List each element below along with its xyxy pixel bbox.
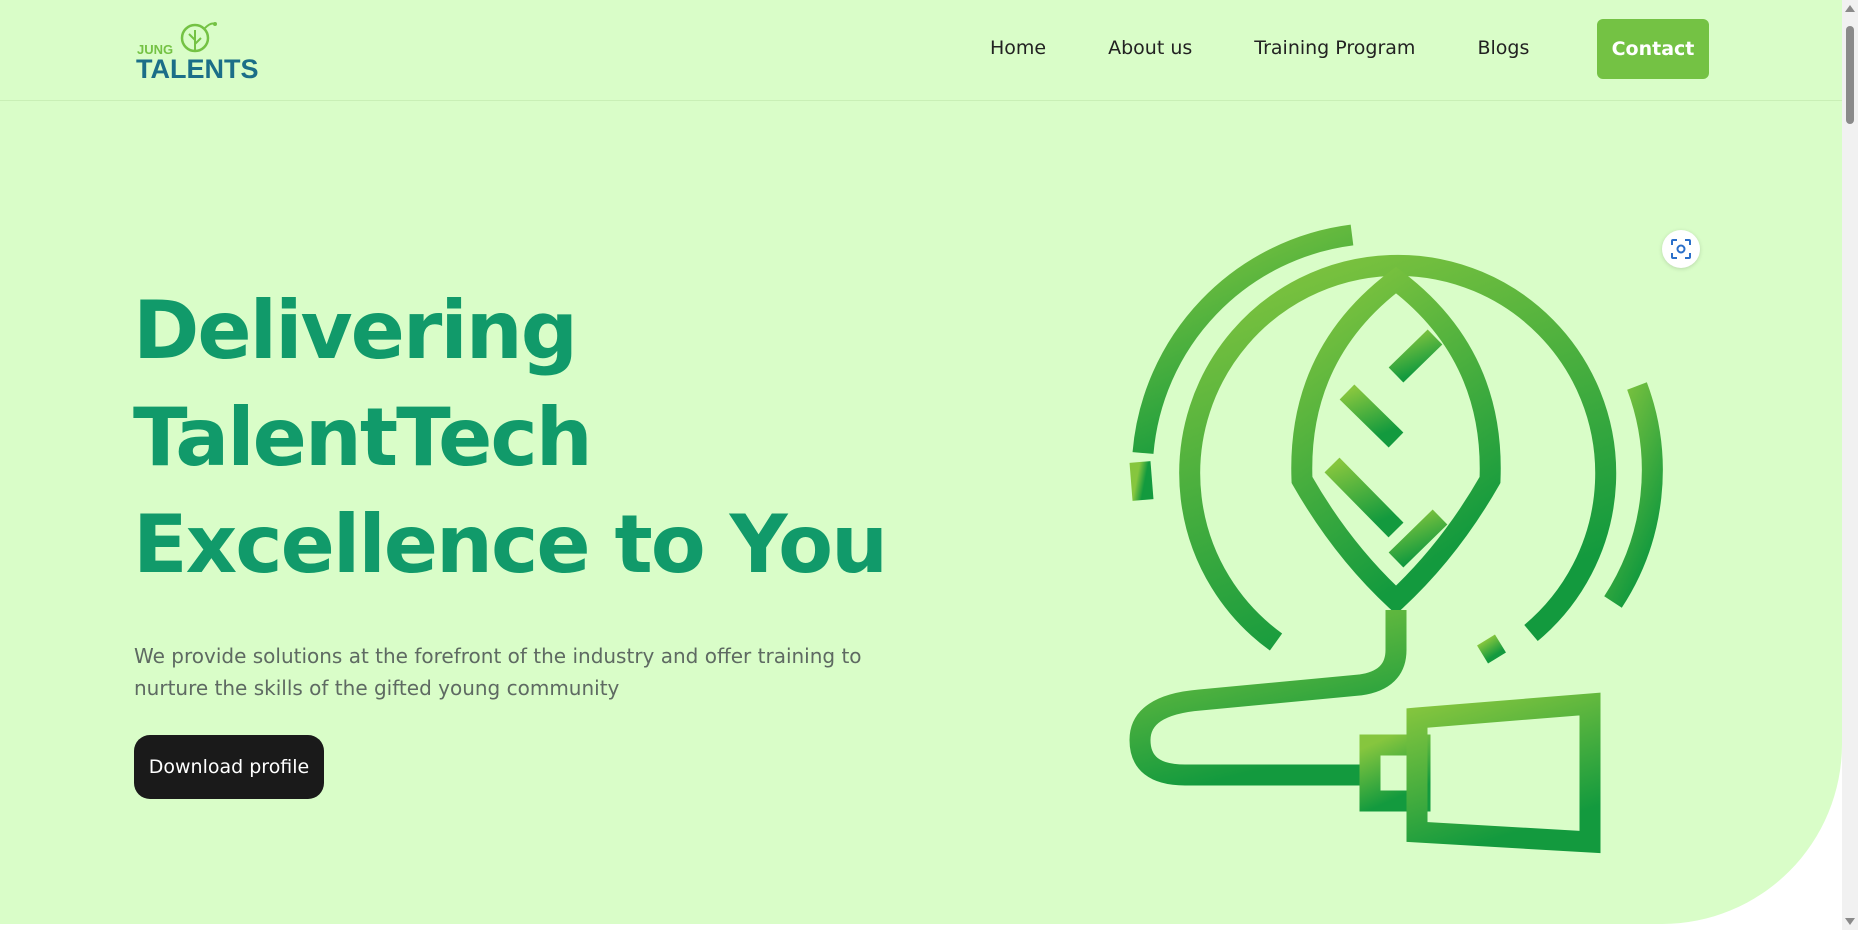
nav-item-about-us[interactable]: About us xyxy=(1108,37,1192,59)
leaf-plug-icon xyxy=(1100,210,1700,860)
download-profile-button[interactable]: Download profile xyxy=(134,735,324,799)
scroll-up-arrow-icon[interactable] xyxy=(1845,5,1855,12)
headline-line-3: Excellence to You xyxy=(133,498,888,591)
vertical-scrollbar[interactable] xyxy=(1842,0,1858,930)
site-header: JUNG TALENTS Home About us Training Prog… xyxy=(0,0,1842,101)
headline-line-2: TalentTech xyxy=(133,391,593,484)
visual-search-button[interactable] xyxy=(1662,230,1700,268)
visual-search-icon xyxy=(1671,239,1691,259)
hero-subtext: We provide solutions at the forefront of… xyxy=(134,644,862,700)
leaf-circle-icon: JUNG TALENTS xyxy=(136,22,259,84)
hero-headline: Delivering TalentTech Excellence to You xyxy=(133,277,888,598)
nav-item-training-program[interactable]: Training Program xyxy=(1254,37,1415,59)
logo-main-text: TALENTS xyxy=(136,54,259,80)
nav-item-blogs[interactable]: Blogs xyxy=(1477,37,1529,59)
site-logo[interactable]: JUNG TALENTS xyxy=(135,20,265,84)
scrollbar-thumb[interactable] xyxy=(1846,26,1854,124)
page: JUNG TALENTS Home About us Training Prog… xyxy=(0,0,1858,930)
main-nav: Home About us Training Program Blogs xyxy=(990,0,1591,96)
contact-button[interactable]: Contact xyxy=(1597,19,1709,79)
nav-item-home[interactable]: Home xyxy=(990,37,1046,59)
scroll-down-arrow-icon[interactable] xyxy=(1845,918,1855,925)
headline-line-1: Delivering xyxy=(133,284,578,377)
